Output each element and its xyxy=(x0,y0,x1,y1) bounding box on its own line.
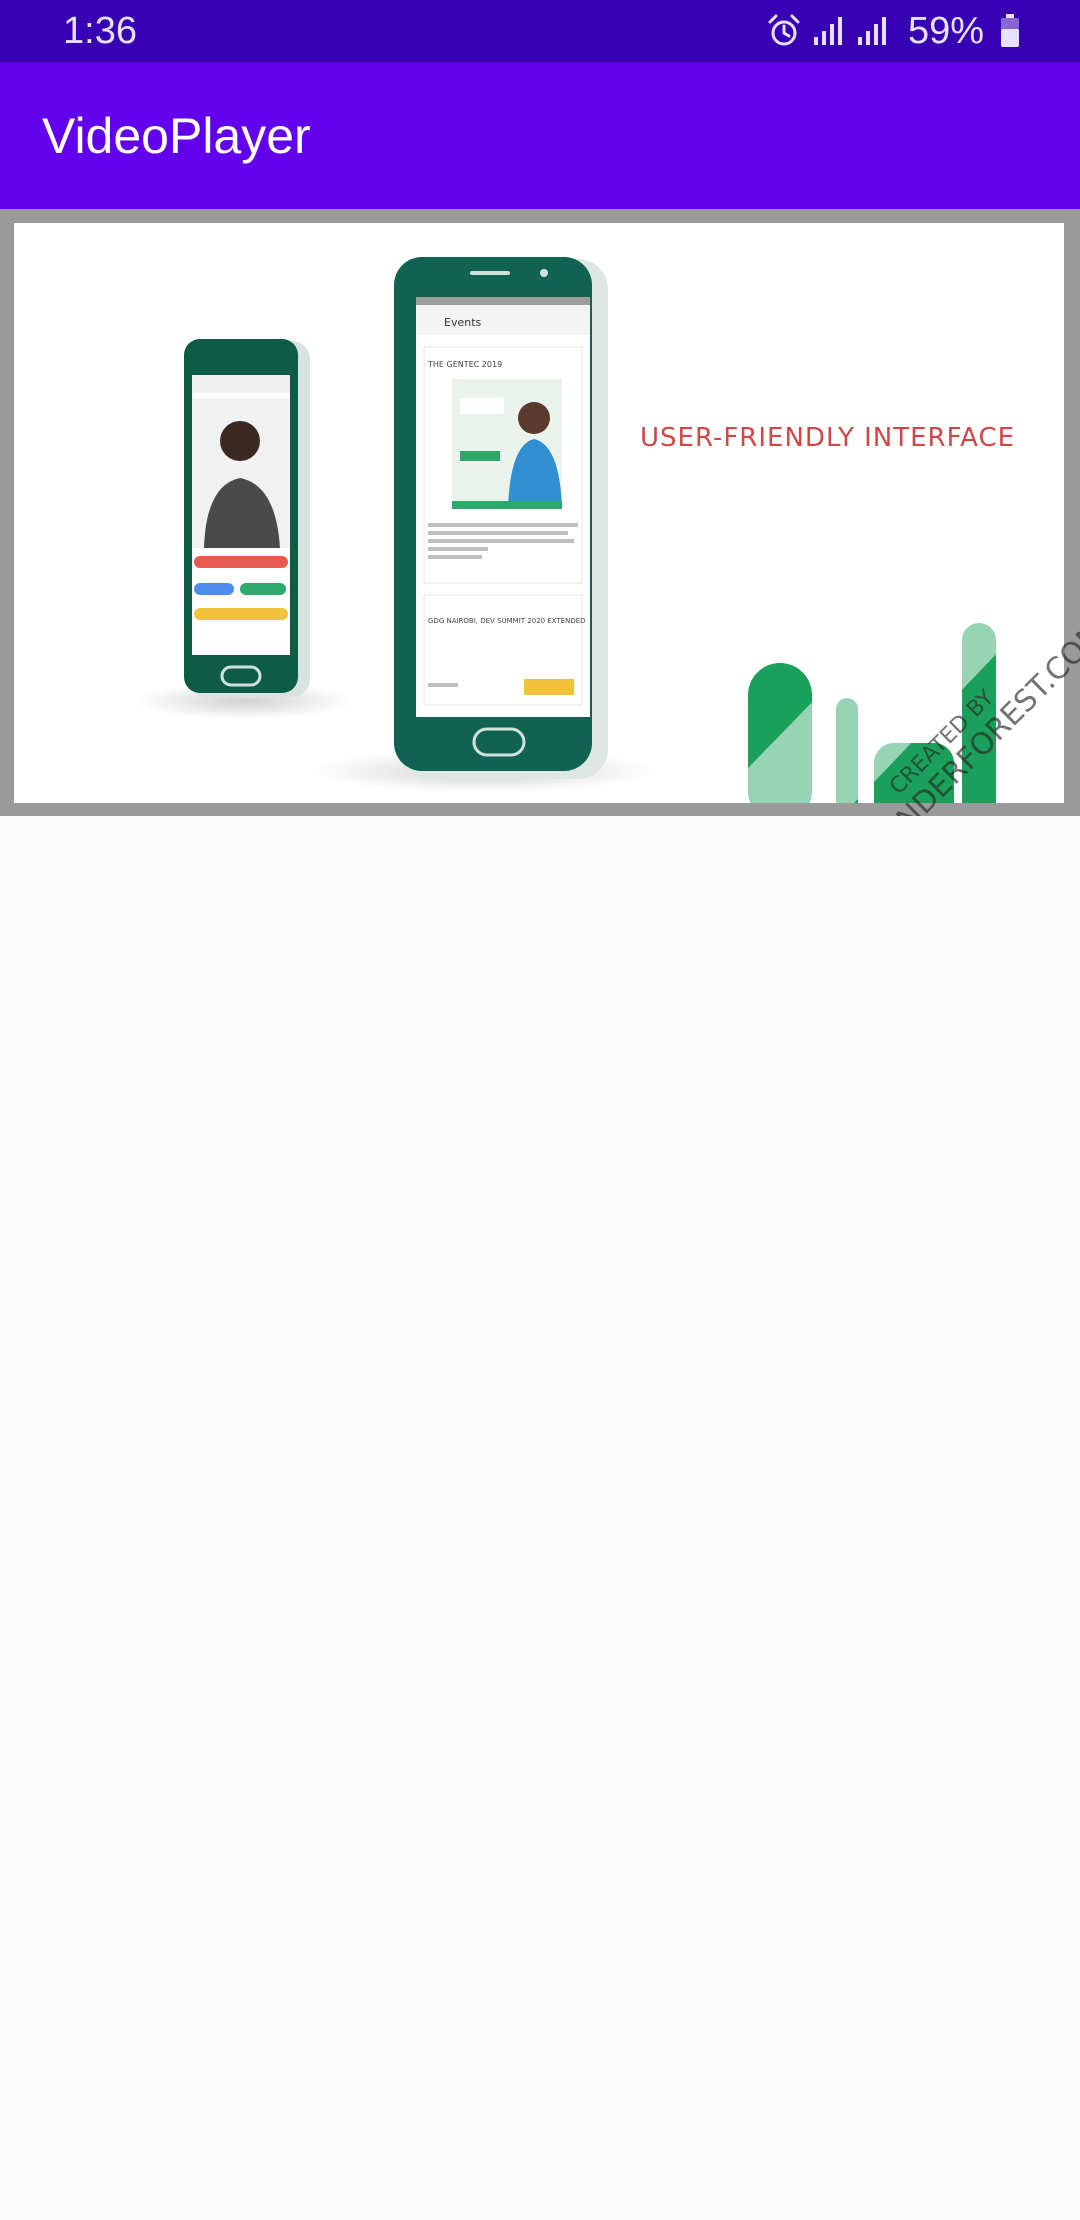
large-phone-mockup: Events THE GENTEC 2019 GDG NAIROBI, DEV … xyxy=(394,257,608,779)
video-frame-content: Events THE GENTEC 2019 GDG NAIROBI, DEV … xyxy=(14,223,1080,816)
app-bar: VideoPlayer xyxy=(0,62,1080,209)
video-headline: USER-FRIENDLY INTERFACE xyxy=(640,423,1016,453)
status-time: 1:36 xyxy=(63,10,137,52)
signal-icon xyxy=(856,15,890,47)
video-player[interactable]: Events THE GENTEC 2019 GDG NAIROBI, DEV … xyxy=(0,209,1080,816)
status-icons: 59% xyxy=(766,10,1020,52)
app-title: VideoPlayer xyxy=(42,108,311,164)
small-phone-mockup xyxy=(184,339,310,697)
phone-event-2: GDG NAIROBI, DEV SUMMIT 2020 EXTENDED xyxy=(428,617,586,625)
status-bar: 1:36 59% xyxy=(0,0,1080,62)
signal-icon xyxy=(812,15,846,47)
video-scene: Events THE GENTEC 2019 GDG NAIROBI, DEV … xyxy=(134,257,1064,803)
battery-percent: 59% xyxy=(907,10,984,52)
empty-content-area xyxy=(0,816,1080,2220)
alarm-icon xyxy=(766,13,802,49)
phone-screen-title: Events xyxy=(444,316,482,329)
watermark-banner xyxy=(714,443,1064,803)
phone-event-1: THE GENTEC 2019 xyxy=(427,360,502,369)
battery-icon xyxy=(1000,14,1020,48)
